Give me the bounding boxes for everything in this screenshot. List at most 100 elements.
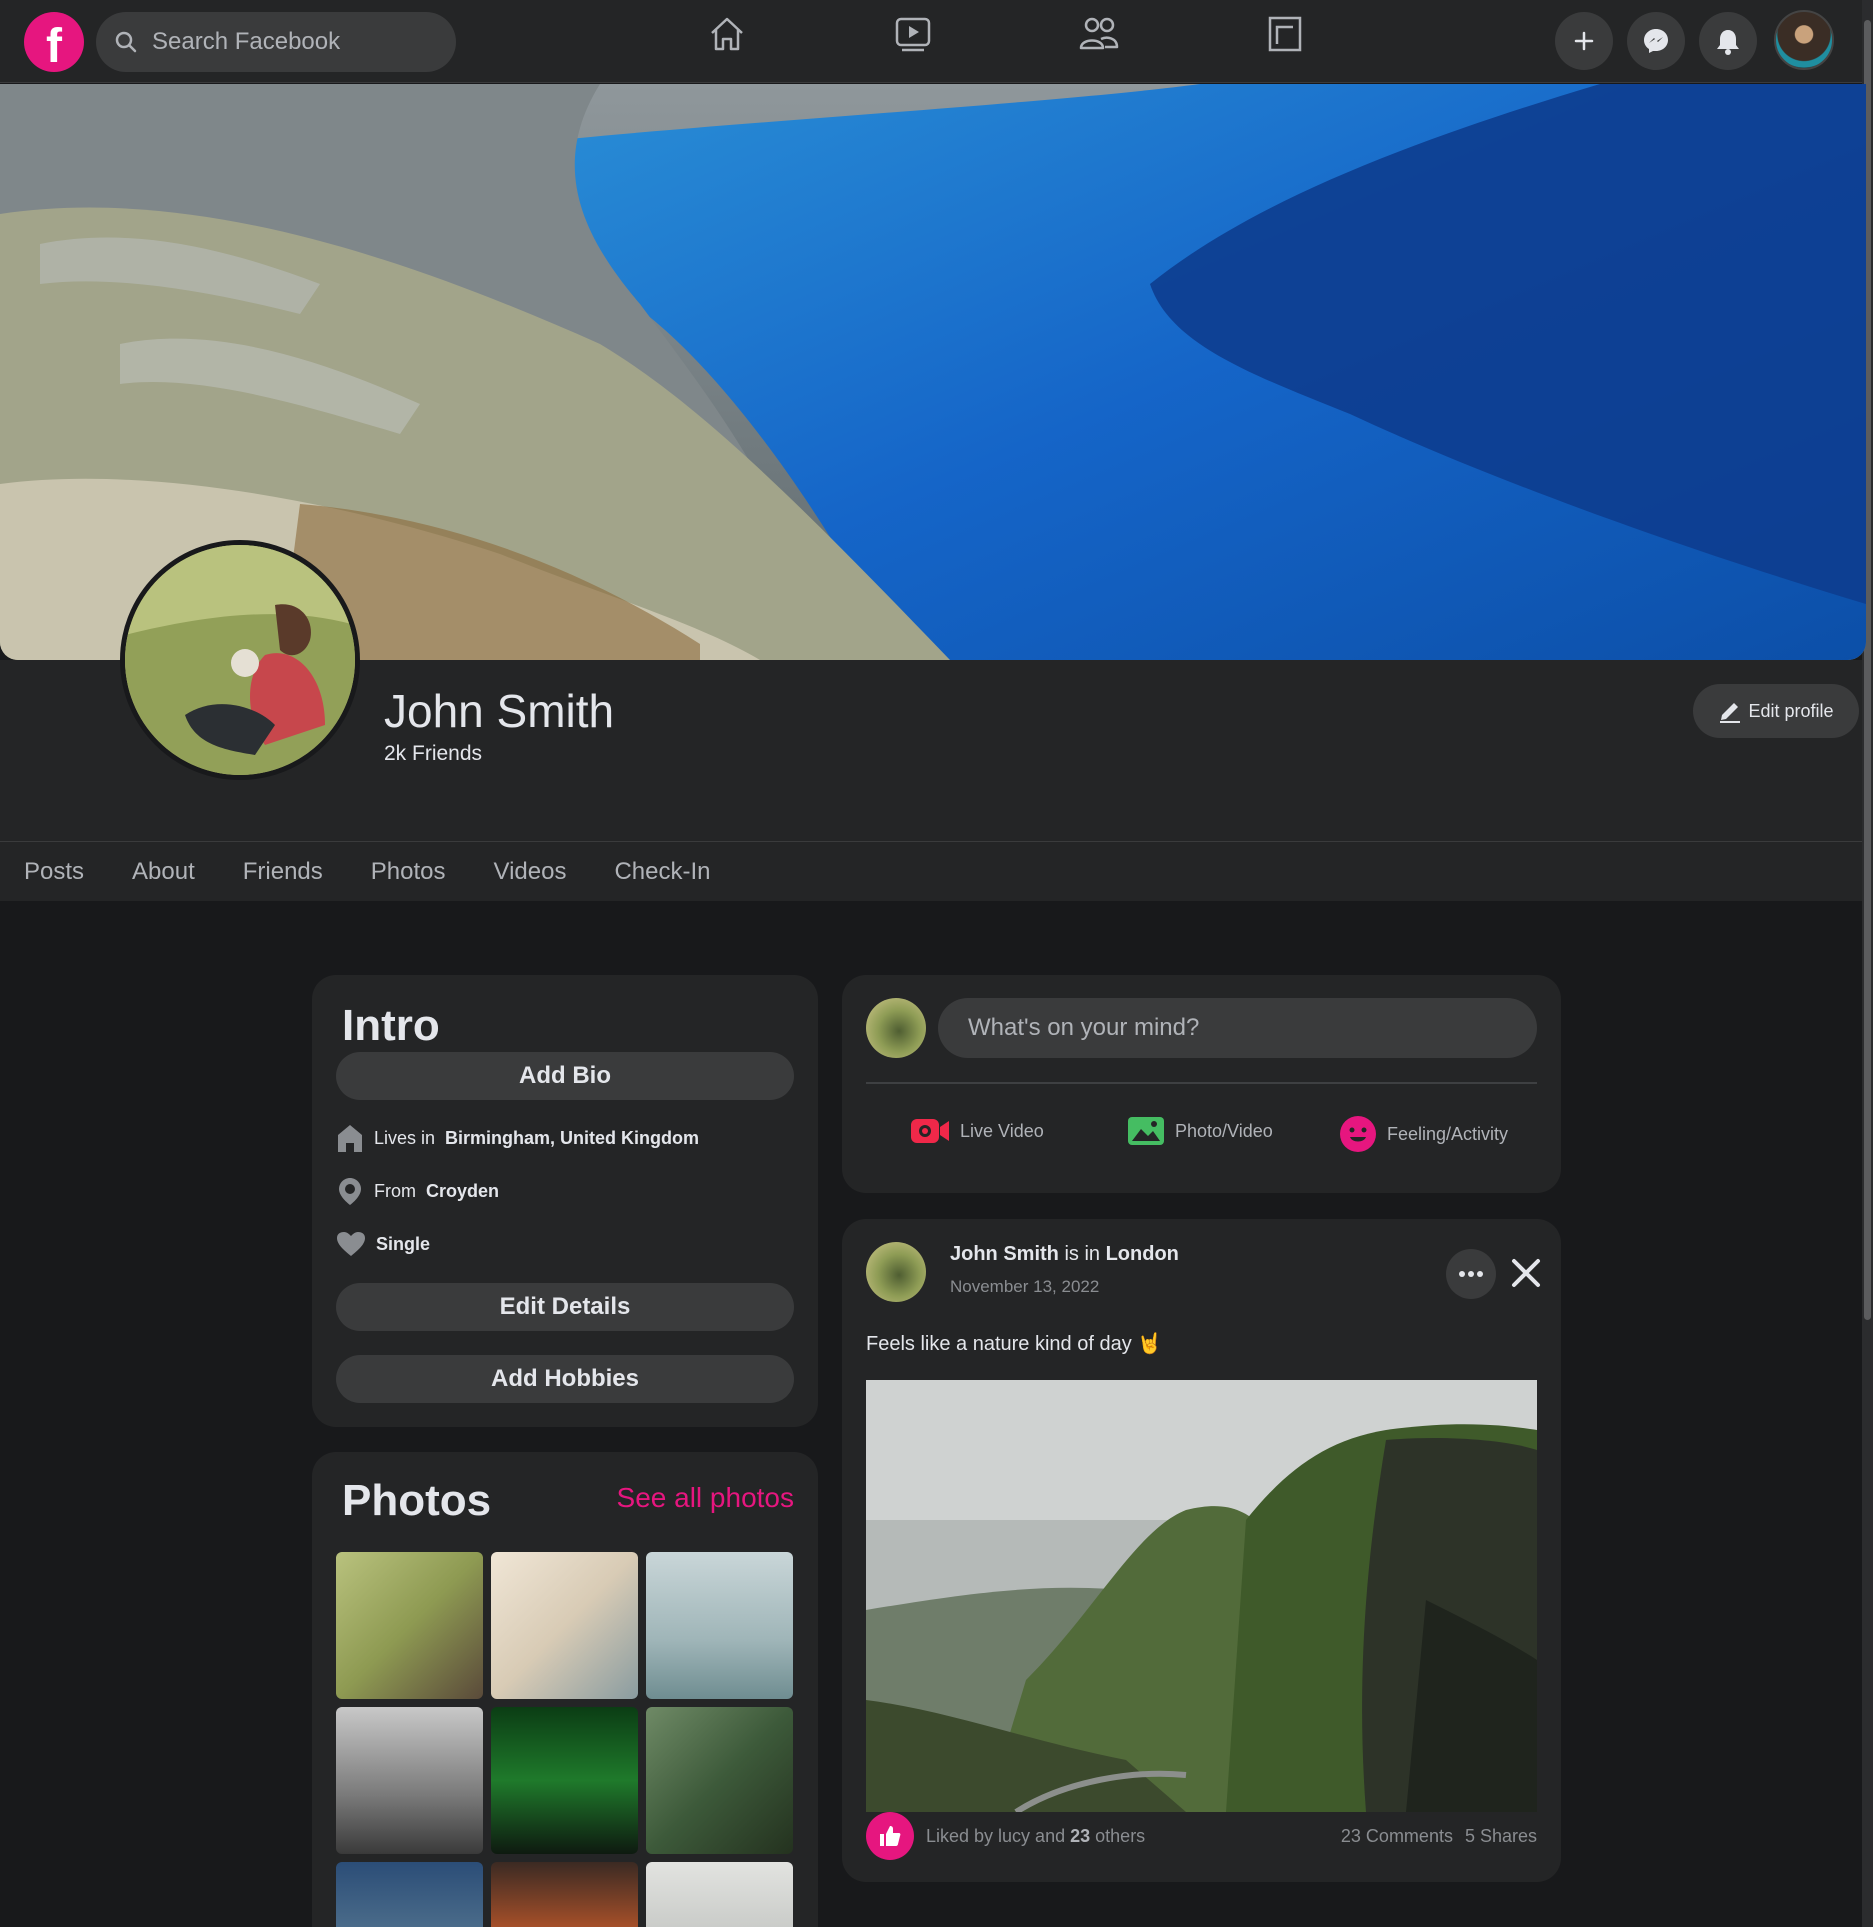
post-text-body: Feels like a nature kind of day: [866, 1333, 1132, 1355]
bell-icon: [1717, 30, 1739, 55]
tab-check-in[interactable]: Check-In: [614, 858, 710, 886]
from-prefix: From: [374, 1180, 416, 1201]
post-header: John Smith is in London: [950, 1243, 1179, 1266]
photos-title: Photos: [342, 1476, 492, 1525]
tab-photos[interactable]: Photos: [371, 858, 446, 886]
photo-video-label: Photo/Video: [1175, 1120, 1273, 1141]
tab-videos[interactable]: Videos: [494, 858, 567, 886]
close-icon: [1512, 1259, 1540, 1287]
from-value[interactable]: Croyden: [426, 1181, 499, 1202]
plus-icon: [1574, 31, 1594, 51]
heart-icon: [337, 1232, 365, 1256]
post-date[interactable]: November 13, 2022: [950, 1277, 1099, 1297]
photo-thumb[interactable]: [336, 1707, 483, 1854]
photo-thumb[interactable]: [491, 1862, 638, 1927]
post-location[interactable]: London: [1106, 1243, 1179, 1265]
post-author-name[interactable]: John Smith: [950, 1243, 1059, 1265]
intro-from: From Croyden: [336, 1176, 499, 1206]
search-input[interactable]: [152, 28, 432, 56]
photo-thumb[interactable]: [646, 1552, 793, 1699]
location-pin-icon: [339, 1178, 361, 1205]
lives-in-value[interactable]: Birmingham, United Kingdom: [445, 1128, 699, 1149]
photo-grid: [336, 1552, 794, 1927]
profile-picture-image: [125, 545, 355, 775]
nav-friends[interactable]: [1073, 12, 1125, 56]
post-author-avatar[interactable]: [866, 1242, 926, 1302]
pencil-icon: [1720, 703, 1741, 723]
whats-on-your-mind-input[interactable]: What's on your mind?: [938, 998, 1537, 1058]
post-text: Feels like a nature kind of day 🤘: [866, 1331, 1162, 1356]
photo-thumb[interactable]: [491, 1552, 638, 1699]
post-counts: 23 Comments 5 Shares: [1341, 1826, 1537, 1847]
composer-divider: [866, 1082, 1537, 1084]
nav-home[interactable]: [701, 12, 753, 56]
photo-thumb[interactable]: [646, 1862, 793, 1927]
live-video-label: Live Video: [960, 1120, 1044, 1141]
profile-picture[interactable]: [120, 540, 360, 780]
intro-title: Intro: [342, 1001, 440, 1050]
pages-icon: [1268, 16, 1302, 52]
composer-avatar[interactable]: [866, 998, 926, 1058]
comments-count[interactable]: 23 Comments: [1341, 1826, 1453, 1847]
photos-card: Photos See all photos: [312, 1452, 818, 1927]
tab-friends[interactable]: Friends: [243, 858, 323, 886]
live-video-icon: [911, 1119, 949, 1143]
liked-by-prefix: Liked by lucy and: [926, 1826, 1066, 1846]
nav-watch[interactable]: [887, 12, 939, 56]
tab-posts[interactable]: Posts: [24, 858, 84, 886]
thumbs-up-icon: [880, 1826, 901, 1846]
add-hobbies-button[interactable]: Add Hobbies: [336, 1355, 794, 1403]
relationship-value: Single: [376, 1233, 431, 1254]
photo-thumb[interactable]: [491, 1707, 638, 1854]
profile-name: John Smith: [384, 685, 615, 737]
top-navigation-bar: f: [0, 0, 1862, 83]
messenger-button[interactable]: [1627, 12, 1685, 70]
composer-placeholder: What's on your mind?: [968, 1014, 1200, 1041]
photo-thumb[interactable]: [336, 1552, 483, 1699]
photo-thumb[interactable]: [336, 1862, 483, 1927]
feeling-activity-button[interactable]: Feeling/Activity: [1339, 1115, 1508, 1153]
more-horizontal-icon: [1459, 1271, 1483, 1277]
post-card: John Smith is in London November 13, 202…: [842, 1219, 1561, 1882]
profile-tabs: Posts About Friends Photos Videos Check-…: [0, 841, 1862, 901]
home-icon: [338, 1125, 362, 1152]
edit-profile-button[interactable]: Edit profile: [1693, 684, 1859, 738]
like-button[interactable]: [866, 1812, 914, 1860]
account-avatar[interactable]: [1774, 10, 1834, 70]
likes-summary[interactable]: Liked by lucy and 23 others: [926, 1826, 1145, 1847]
profile-friends-count[interactable]: 2k Friends: [384, 742, 482, 766]
hide-post-button[interactable]: [1506, 1253, 1546, 1293]
edit-profile-label: Edit profile: [1748, 700, 1834, 721]
see-all-photos-link[interactable]: See all photos: [617, 1482, 794, 1514]
messenger-icon: [1644, 29, 1668, 53]
search-icon: [115, 31, 137, 53]
friends-icon: [1079, 17, 1119, 50]
liked-by-suffix: others: [1095, 1826, 1146, 1846]
intro-relationship: Single: [336, 1231, 430, 1257]
smiley-icon: [1340, 1116, 1376, 1152]
home-icon: [711, 17, 743, 51]
post-landscape-image: [866, 1380, 1537, 1812]
lives-in-prefix: Lives in: [374, 1127, 436, 1148]
edit-details-button[interactable]: Edit Details: [336, 1283, 794, 1331]
post-options-button[interactable]: [1446, 1249, 1496, 1299]
facebook-logo[interactable]: f: [24, 12, 84, 73]
add-bio-button[interactable]: Add Bio: [336, 1052, 794, 1100]
notifications-button[interactable]: [1699, 12, 1757, 70]
intro-card: Intro Add Bio Lives in Birmingham, Unite…: [312, 975, 818, 1427]
post-is-in: is in: [1064, 1243, 1101, 1265]
photo-thumb[interactable]: [646, 1707, 793, 1854]
photo-video-button[interactable]: Photo/Video: [1127, 1115, 1273, 1147]
live-video-button[interactable]: Live Video: [910, 1115, 1044, 1147]
watch-icon: [895, 17, 931, 52]
intro-lives-in: Lives in Birmingham, United Kingdom: [336, 1123, 699, 1153]
photo-icon: [1128, 1117, 1164, 1145]
rock-hand-emoji: 🤘: [1137, 1333, 1163, 1355]
post-image[interactable]: [866, 1380, 1537, 1812]
create-button[interactable]: [1555, 12, 1613, 70]
nav-pages[interactable]: [1259, 12, 1311, 56]
tab-about[interactable]: About: [132, 858, 195, 886]
shares-count[interactable]: 5 Shares: [1465, 1826, 1537, 1847]
feeling-activity-label: Feeling/Activity: [1387, 1123, 1509, 1144]
search-box[interactable]: [96, 12, 456, 72]
